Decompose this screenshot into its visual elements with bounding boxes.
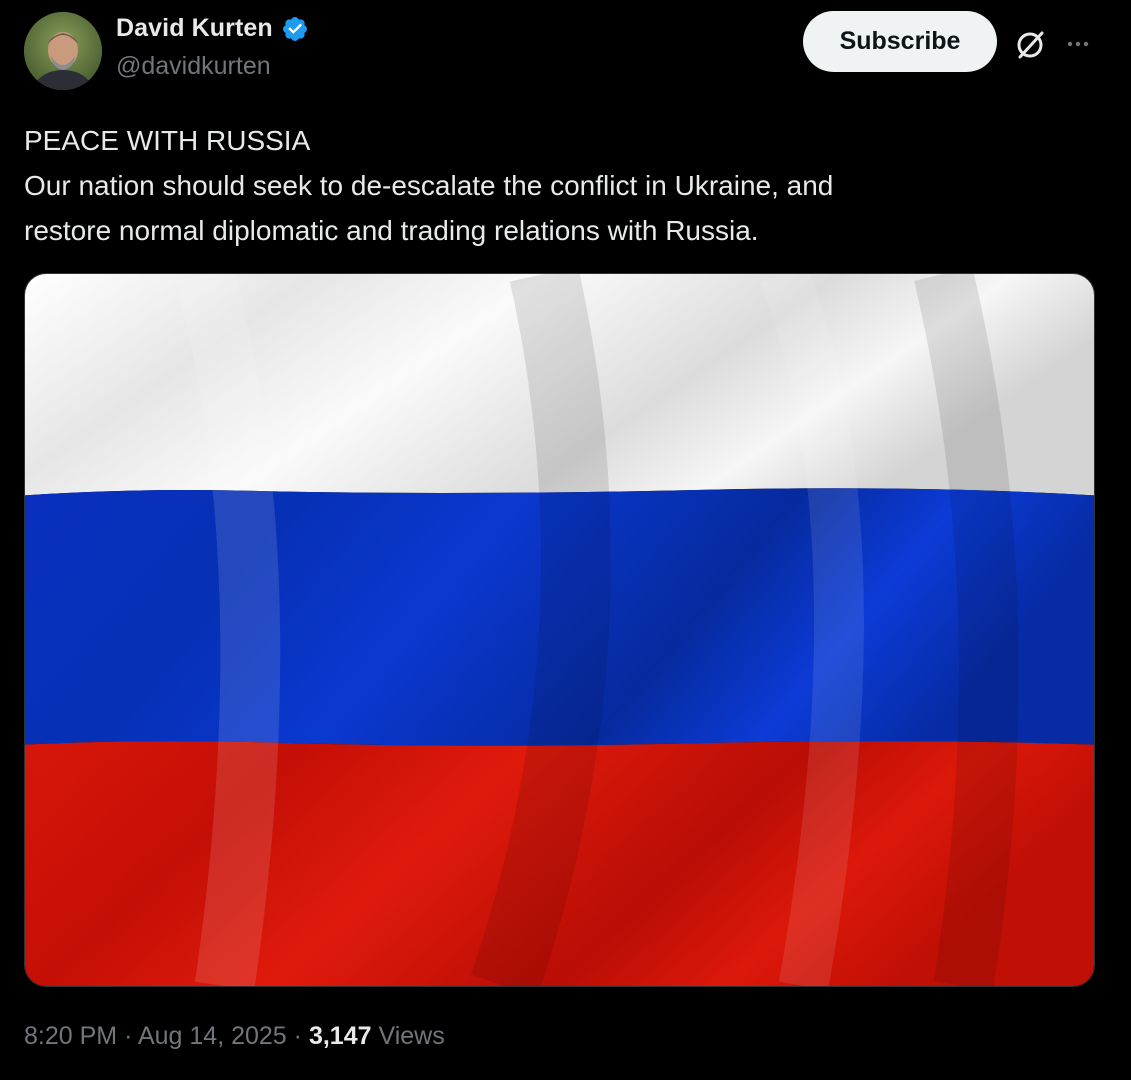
tweet-text-line: PEACE WITH RUSSIA <box>24 125 311 156</box>
author-name-row[interactable]: David Kurten <box>116 14 309 43</box>
post-time[interactable]: 8:20 PM <box>24 1022 117 1050</box>
avatar-image <box>24 12 102 90</box>
tweet-card: David Kurten @davidkurten Subscribe PEAC… <box>0 0 1131 1080</box>
verified-badge-icon[interactable] <box>281 15 309 43</box>
tweet-text: PEACE WITH RUSSIA Our nation should seek… <box>24 118 1104 253</box>
views-label[interactable]: Views <box>378 1022 444 1050</box>
russian-flag-image <box>25 274 1094 986</box>
tweet-metadata: 8:20 PM · Aug 14, 2025 · 3,147 Views <box>24 1022 445 1051</box>
views-count[interactable]: 3,147 <box>309 1022 372 1050</box>
author-display-name[interactable]: David Kurten <box>116 14 273 43</box>
author-handle[interactable]: @davidkurten <box>116 52 271 81</box>
tweet-text-line: restore normal diplomatic and trading re… <box>24 215 759 246</box>
more-options-icon[interactable] <box>1060 26 1096 62</box>
separator: · <box>293 1022 302 1050</box>
grok-icon[interactable] <box>1012 27 1048 63</box>
avatar[interactable] <box>24 12 102 90</box>
tweet-media-image[interactable] <box>24 273 1095 987</box>
post-date[interactable]: Aug 14, 2025 <box>138 1022 287 1050</box>
tweet-text-line: Our nation should seek to de-escalate th… <box>24 170 834 201</box>
subscribe-button[interactable]: Subscribe <box>803 11 997 72</box>
separator: · <box>124 1022 133 1050</box>
